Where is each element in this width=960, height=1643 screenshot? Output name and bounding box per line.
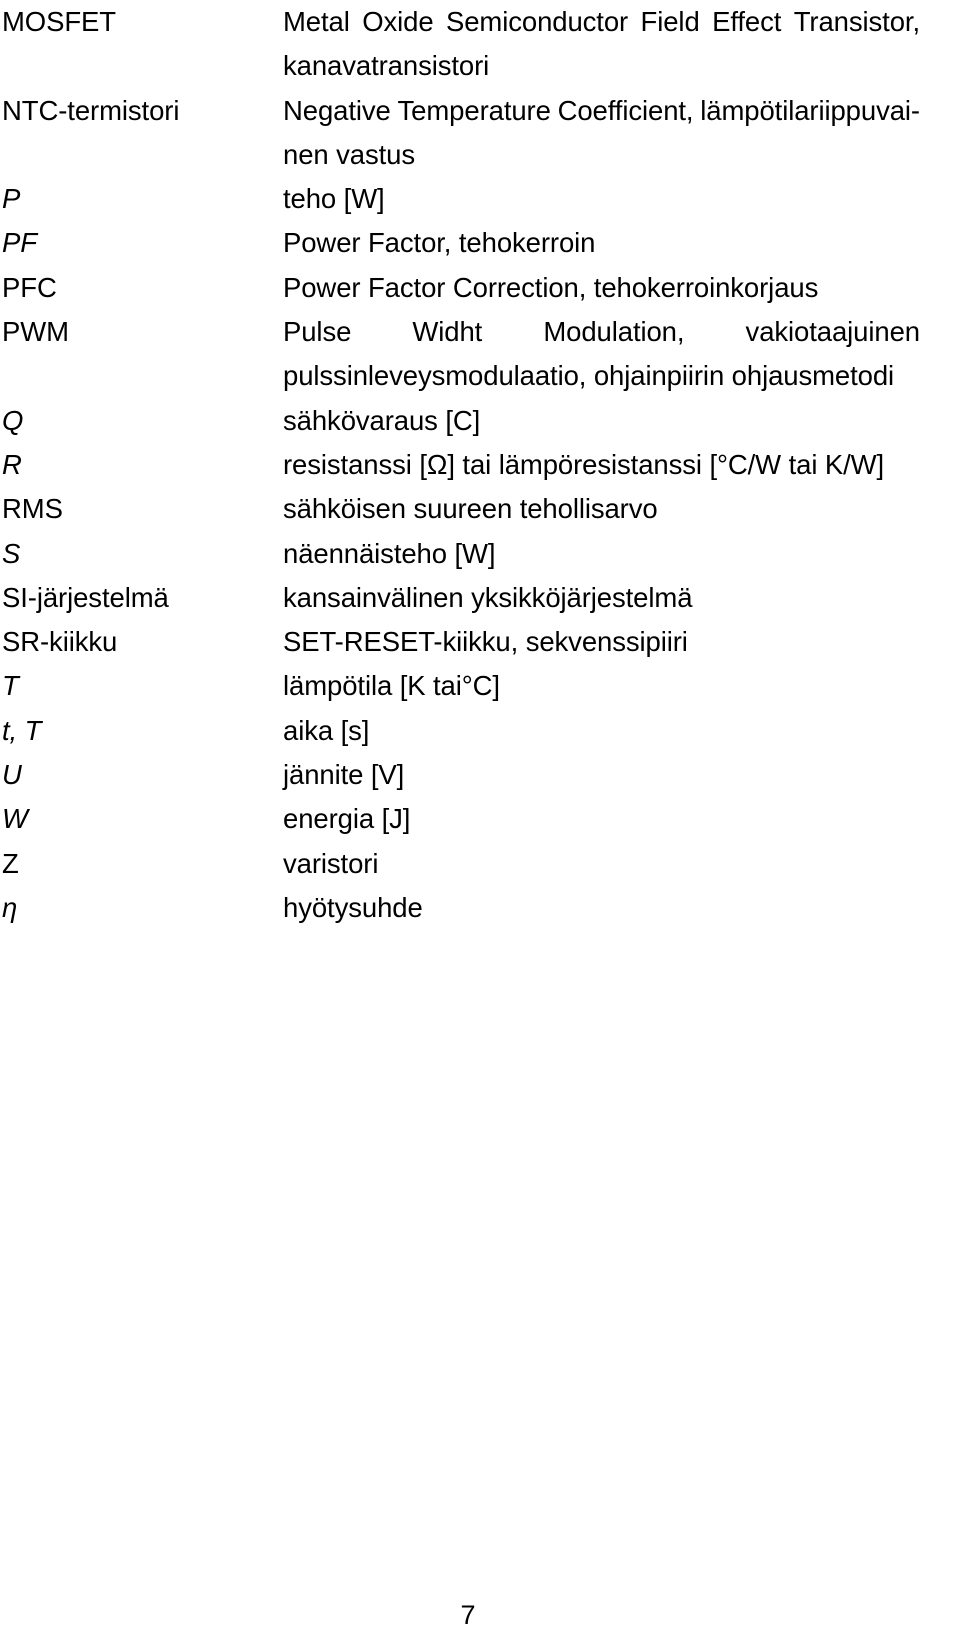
- page-number-value: 7: [460, 1600, 476, 1630]
- definition-line: jännite [V]: [283, 759, 405, 791]
- definition-line: SET-RESET-kiikku, sekvenssipiiri: [283, 626, 688, 658]
- glossary-row: Ujännite [V]: [0, 753, 960, 797]
- glossary-definition: energia [J]: [283, 797, 920, 841]
- glossary-row: Rresistanssi [Ω] tai lämpöresistanssi [°…: [0, 443, 960, 487]
- glossary-term: S: [2, 537, 21, 569]
- definition-word: Pulse: [283, 316, 352, 348]
- definition-line: kanavatransistori: [283, 50, 490, 82]
- definition-line: sähkövaraus [C]: [283, 404, 481, 436]
- definition-word: Transistor,: [793, 6, 920, 37]
- glossary-row: Pteho [W]: [0, 177, 960, 221]
- glossary-definition: hyötysuhde: [283, 886, 920, 930]
- glossary-term: SR-kiikku: [2, 626, 118, 658]
- glossary-term: t, T: [2, 714, 42, 746]
- definition-word: vakiotaajuinen: [745, 316, 921, 348]
- glossary-row: SI-järjestelmä kansainvälinen yksikköjärj…: [0, 576, 960, 620]
- glossary-row: t, T aika [s]: [0, 709, 960, 753]
- definition-word: Coefficient,: [557, 94, 694, 126]
- glossary-definition: sähköisen suureen tehollisarvo: [283, 487, 920, 531]
- glossary-row: RMS sähköisen suureen tehollisarvo: [0, 487, 960, 531]
- glossary-definition: SET-RESET-kiikku, sekvenssipiiri: [283, 620, 920, 664]
- glossary-definition: jännite [V]: [283, 753, 920, 797]
- glossary-row: NTC-termistori Negative Temperature Coeffic…: [0, 89, 960, 178]
- definition-word: Negative: [283, 94, 391, 126]
- glossary-term: Z: [2, 847, 19, 879]
- definition-line: Metal Oxide Semiconductor Field Effect Transi…: [283, 0, 920, 44]
- glossary-term: Q: [2, 404, 24, 436]
- glossary-row: Qsähkövaraus [C]: [0, 399, 960, 443]
- glossary-list: MOSFET Metal Oxide Semiconductor Field Effect…: [0, 0, 960, 930]
- glossary-row: MOSFET Metal Oxide Semiconductor Field Effect…: [0, 0, 960, 89]
- definition-line: Power Factor, tehokerroin: [283, 227, 596, 259]
- definition-word: Modulation,: [543, 316, 685, 348]
- glossary-term: η: [2, 891, 18, 923]
- glossary-term: W: [2, 803, 28, 835]
- glossary-term: P: [2, 183, 21, 215]
- glossary-definition: aika [s]: [283, 709, 920, 753]
- definition-word: Metal: [283, 6, 350, 37]
- glossary-row: η hyötysuhde: [0, 886, 960, 930]
- definition-line: näennäisteho [W]: [283, 537, 496, 569]
- document-page: MOSFET Metal Oxide Semiconductor Field Effect…: [0, 0, 960, 1643]
- definition-word: Temperature: [397, 94, 551, 126]
- glossary-row: Tlämpötila [K tai°C]: [0, 664, 960, 708]
- definition-line: pulssinleveysmodulaatio, ohjainpiirin oh…: [283, 360, 895, 392]
- glossary-term: NTC-termistori: [2, 94, 180, 126]
- glossary-definition: resistanssi [Ω] tai lämpöresistanssi [°C…: [283, 443, 920, 487]
- glossary-term: T: [2, 670, 19, 702]
- glossary-definition: varistori: [283, 842, 920, 886]
- page-number-footer: 7: [0, 1598, 960, 1632]
- definition-word: Oxide: [362, 6, 434, 37]
- glossary-definition: Power Factor, tehokerroin: [283, 221, 920, 265]
- definition-line: energia [J]: [283, 803, 411, 835]
- glossary-definition: Pulse Widht Modulation, vakiotaajuinen pulss…: [283, 310, 920, 399]
- glossary-definition: Metal Oxide Semiconductor Field Effect Transi…: [283, 0, 920, 89]
- definition-line: hyötysuhde: [283, 891, 423, 923]
- glossary-definition: Power Factor Correction, tehokerroinkorj…: [283, 266, 920, 310]
- glossary-term: PFC: [2, 271, 57, 303]
- glossary-term: SI-järjestelmä: [2, 581, 169, 613]
- definition-line: varistori: [283, 847, 379, 879]
- glossary-row: Zvaristori: [0, 842, 960, 886]
- glossary-definition: teho [W]: [283, 177, 920, 221]
- glossary-term: PF: [2, 227, 37, 259]
- glossary-row: Snäennäisteho [W]: [0, 532, 960, 576]
- definition-line: Negative Temperature Coefficient, lämpötila…: [283, 89, 920, 133]
- glossary-row: PF Power Factor, tehokerroin: [0, 221, 960, 265]
- definition-word: Semiconductor: [445, 6, 629, 37]
- definition-line: aika [s]: [283, 714, 370, 746]
- glossary-term: R: [2, 448, 22, 480]
- definition-word: Widht: [412, 316, 483, 348]
- glossary-definition: Negative Temperature Coefficient, lämpötila…: [283, 89, 920, 178]
- glossary-row: PFC Power Factor Correction, tehokerroink…: [0, 266, 960, 310]
- glossary-row: SR-kiikku SET-RESET-kiikku, sekvenssipiir…: [0, 620, 960, 664]
- glossary-definition: lämpötila [K tai°C]: [283, 664, 920, 708]
- definition-word: Effect: [712, 6, 782, 37]
- glossary-definition: näennäisteho [W]: [283, 532, 920, 576]
- definition-line: resistanssi [Ω] tai lämpöresistanssi [°C…: [283, 448, 885, 480]
- glossary-row: Wenergia [J]: [0, 797, 960, 841]
- definition-word: Field: [640, 6, 700, 37]
- glossary-definition: kansainvälinen yksikköjärjestelmä: [283, 576, 920, 620]
- definition-line: kansainvälinen yksikköjärjestelmä: [283, 581, 693, 613]
- definition-line: teho [W]: [283, 183, 385, 215]
- definition-line: sähköisen suureen tehollisarvo: [283, 493, 658, 525]
- glossary-definition: sähkövaraus [C]: [283, 399, 920, 443]
- glossary-term: PWM: [2, 316, 69, 348]
- definition-word: lämpötilariippuvai-: [700, 94, 920, 126]
- glossary-row: PWM Pulse Widht Modulation, vakiotaajuinen pu…: [0, 310, 960, 399]
- glossary-term: RMS: [2, 493, 63, 525]
- definition-line: nen vastus: [283, 138, 416, 170]
- glossary-term: MOSFET: [2, 6, 116, 37]
- definition-line: Power Factor Correction, tehokerroinkorj…: [283, 271, 819, 303]
- definition-line: lämpötila [K tai°C]: [283, 670, 500, 702]
- glossary-term: U: [2, 759, 22, 791]
- definition-line: Pulse Widht Modulation, vakiotaajuinen: [283, 310, 920, 354]
